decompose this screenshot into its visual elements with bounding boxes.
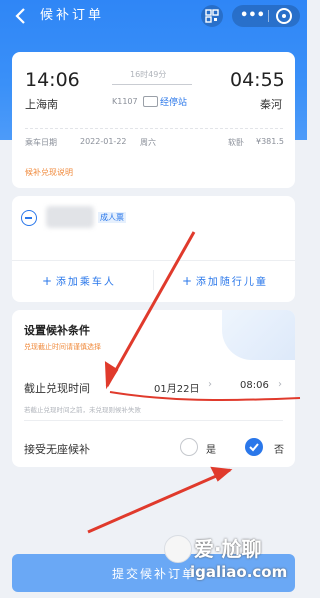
notice-link[interactable]: 候补兑现说明	[25, 167, 73, 178]
fare: ¥381.5	[256, 137, 284, 146]
page-title: 候补订单	[40, 8, 105, 23]
capsule-divider	[268, 10, 269, 22]
train-number: K1107	[112, 97, 138, 106]
plus-icon: +	[182, 274, 196, 288]
depart-station: 上海南	[25, 98, 58, 111]
annotation-arrowhead	[210, 466, 233, 482]
date-label: 乘车日期	[25, 138, 57, 147]
depart-time: 14:06	[25, 69, 80, 91]
add-passenger-label: 添加乘车人	[55, 277, 116, 288]
arrive-time: 04:55	[230, 69, 285, 91]
deadline-date[interactable]: 01月22日	[154, 380, 199, 395]
annotation-arrow	[87, 468, 231, 534]
chevron-right-icon: ›	[278, 379, 282, 390]
stopover-link[interactable]: 经停站	[160, 95, 187, 108]
ticket-type-badge: 成人票	[98, 212, 126, 223]
option-no-label: 是	[206, 445, 216, 456]
train-info-icon	[143, 96, 158, 107]
add-divider	[153, 270, 154, 290]
remove-passenger-icon[interactable]	[21, 210, 37, 226]
arrive-station: 秦河	[260, 98, 282, 111]
passenger-name-blurred	[46, 206, 94, 228]
nav-bar: 候补订单 •••	[0, 0, 307, 32]
watermark-url: igaliao.com	[190, 563, 288, 581]
passenger-card: 成人票 + 添加乘车人 + 添加随行儿童	[12, 196, 295, 302]
conditions-subtitle: 兑现截止时间请谨慎选择	[24, 343, 101, 351]
option-yes-label: 否	[274, 445, 284, 456]
travel-weekday: 周六	[140, 138, 156, 147]
plus-icon: +	[42, 274, 56, 288]
conditions-card: 设置候补条件 兑现截止时间请谨慎选择 截止兑现时间 01月22日 › 08:06…	[12, 310, 295, 467]
trip-card: 14:06 上海南 16时49分 K1107 经停站 04:55 秦河 乘车日期…	[12, 52, 295, 188]
standing-label: 接受无座候补	[24, 443, 90, 456]
conditions-divider	[24, 420, 283, 421]
watermark-logo	[164, 535, 192, 563]
chevron-right-icon: ›	[208, 379, 212, 390]
duration-line	[112, 84, 192, 85]
deadline-hint: 若截止兑现时间之前，未兑现则候补失败	[24, 406, 141, 414]
add-passenger-button[interactable]: + 添加乘车人	[42, 273, 116, 288]
watermark: 爱·尬聊 igaliao.com	[164, 533, 304, 589]
decorative-illustration	[222, 310, 295, 360]
more-button[interactable]: •••	[240, 8, 265, 24]
deadline-label: 截止兑现时间	[24, 382, 90, 395]
watermark-text: 爱·尬聊	[194, 537, 262, 561]
trip-duration: 16时49分	[130, 70, 167, 79]
conditions-heading: 设置候补条件	[24, 324, 90, 337]
seat-type: 软卧	[228, 138, 244, 147]
mini-program-capsule: •••	[232, 5, 300, 27]
add-child-button[interactable]: + 添加随行儿童	[182, 273, 268, 288]
travel-date: 2022-01-22	[80, 137, 127, 146]
radio-unchecked-icon[interactable]	[180, 438, 198, 456]
close-icon[interactable]	[276, 8, 292, 24]
qr-code-icon[interactable]	[201, 5, 223, 27]
passenger-divider	[12, 260, 295, 261]
card-divider	[25, 128, 283, 130]
chevron-left-icon[interactable]	[12, 6, 32, 26]
add-child-label: 添加随行儿童	[195, 277, 268, 288]
deadline-time[interactable]: 08:06	[240, 380, 269, 391]
radio-checked-icon[interactable]	[245, 438, 263, 456]
